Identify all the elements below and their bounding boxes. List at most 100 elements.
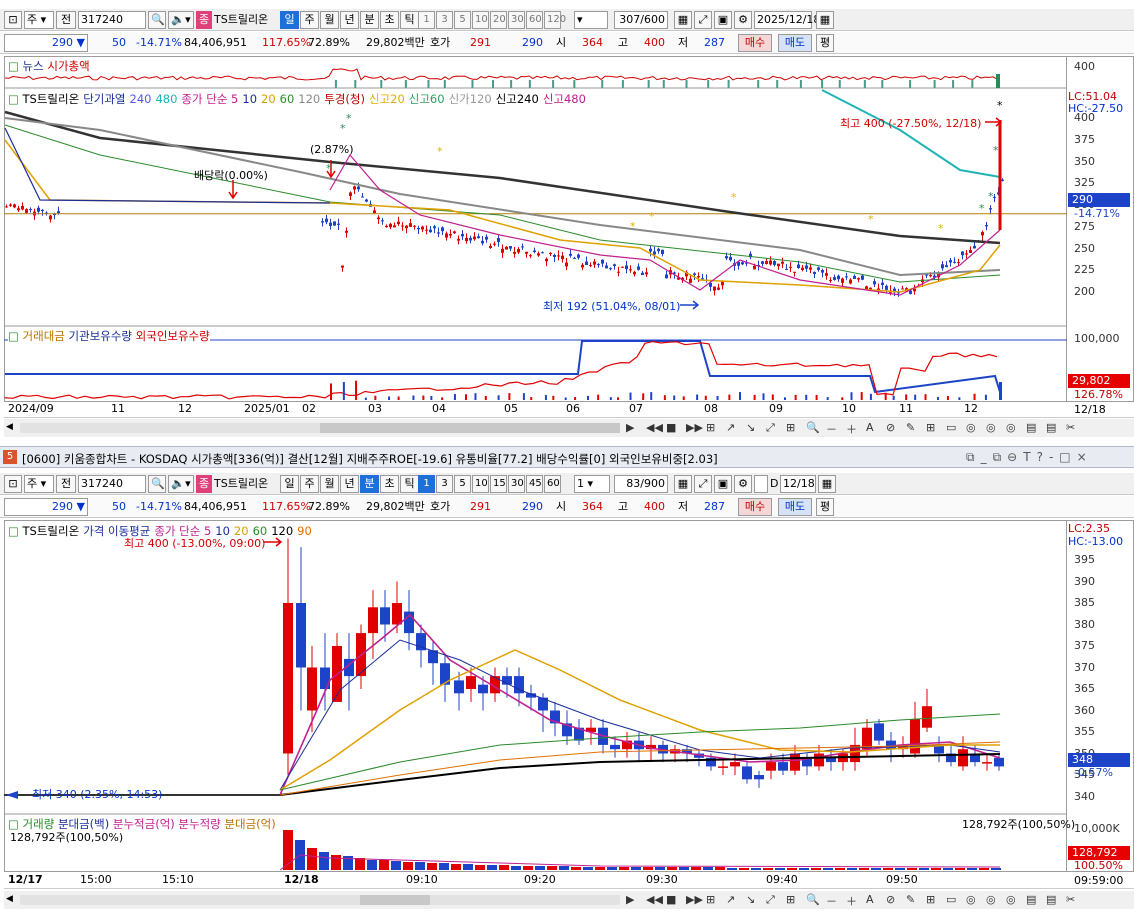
tool-icon[interactable]: － bbox=[826, 421, 837, 437]
lock-icon[interactable]: ⊖ bbox=[1007, 450, 1023, 464]
minute-save-icon[interactable]: ▣ bbox=[714, 475, 732, 493]
minute-period-6[interactable]: 틱 bbox=[400, 475, 419, 493]
minute-num-1[interactable]: 3 bbox=[436, 475, 453, 493]
minute-num-5[interactable]: 30 bbox=[508, 475, 525, 493]
minute-scroll-thumb[interactable] bbox=[360, 895, 430, 905]
minute-period-5[interactable]: 초 bbox=[380, 475, 399, 493]
tool-icon[interactable]: ⊞ bbox=[786, 893, 795, 906]
tool-icon[interactable]: ◀◀ bbox=[646, 421, 663, 434]
minimize-icon[interactable]: - bbox=[1049, 450, 1059, 464]
minute-period-0[interactable]: 일 bbox=[280, 475, 299, 493]
tool-icon[interactable]: ⊞ bbox=[706, 421, 715, 434]
tool-icon[interactable]: ↘ bbox=[746, 421, 755, 434]
minute-speaker-icon[interactable]: 🔈▾ bbox=[168, 475, 194, 493]
minute-search-icon[interactable]: 🔍 bbox=[148, 475, 166, 493]
minute-eval-button[interactable]: 평 bbox=[816, 498, 834, 516]
tool-icon[interactable]: ⊞ bbox=[926, 421, 935, 434]
tool-icon[interactable]: ◎ bbox=[1006, 893, 1016, 906]
minute-num-6[interactable]: 45 bbox=[526, 475, 543, 493]
minute-tool-icon[interactable]: ▦ bbox=[674, 475, 692, 493]
tool-icon[interactable]: ↗ bbox=[726, 421, 735, 434]
minute-market-select[interactable]: 주 ▾ bbox=[24, 475, 54, 493]
minute-unit-select[interactable]: 1 ▾ bbox=[574, 475, 610, 493]
minute-scroll-left-icon[interactable]: ◀ bbox=[6, 894, 13, 904]
minute-scrollbar[interactable] bbox=[20, 895, 620, 905]
tool-icon[interactable]: ✂ bbox=[1066, 893, 1075, 906]
tool-icon[interactable]: ✂ bbox=[1066, 421, 1075, 434]
minute-num-2[interactable]: 5 bbox=[454, 475, 471, 493]
tool-icon[interactable]: ⊘ bbox=[886, 421, 895, 434]
minute-buy-button[interactable]: 매수 bbox=[738, 498, 772, 516]
tool-icon[interactable]: ▶ bbox=[626, 421, 634, 434]
tool-icon[interactable]: A bbox=[866, 421, 874, 434]
minute-volume-bar bbox=[595, 867, 605, 870]
tool-icon[interactable]: ▤ bbox=[1046, 893, 1056, 906]
news-bar bbox=[601, 80, 604, 88]
tool-icon[interactable]: ⊞ bbox=[786, 421, 795, 434]
minute-code-input[interactable]: 317240 bbox=[78, 475, 146, 493]
minute-num-7[interactable]: 60 bbox=[544, 475, 561, 493]
tool-icon[interactable]: ◀◀ bbox=[646, 893, 663, 906]
help-icon[interactable]: ? bbox=[1037, 450, 1049, 464]
tool-icon[interactable]: ■ bbox=[666, 893, 676, 906]
text-icon[interactable]: T bbox=[1023, 450, 1036, 464]
daily-scroll-thumb[interactable] bbox=[320, 423, 620, 433]
tool-icon[interactable]: 🔍 bbox=[806, 421, 820, 434]
minute-calendar-icon[interactable]: ▦ bbox=[818, 475, 836, 493]
tool-icon[interactable]: ⤢ bbox=[766, 893, 775, 907]
minute-num-3[interactable]: 10 bbox=[472, 475, 489, 493]
minute-period-2[interactable]: 월 bbox=[320, 475, 339, 493]
tool-icon[interactable]: ＋ bbox=[846, 893, 857, 909]
minute-prev-button[interactable]: 전 bbox=[56, 475, 76, 493]
tool-icon[interactable]: ▶ bbox=[626, 893, 634, 906]
tool-icon[interactable]: ▤ bbox=[1026, 893, 1036, 906]
tool-icon[interactable]: ▶▶ bbox=[686, 421, 703, 434]
tool-icon[interactable]: － bbox=[826, 893, 837, 909]
minute-num-4[interactable]: 15 bbox=[490, 475, 507, 493]
minute-window-icon[interactable]: ⊡ bbox=[4, 475, 22, 493]
tool-icon[interactable]: ▭ bbox=[946, 421, 956, 434]
minute-period-3[interactable]: 년 bbox=[340, 475, 359, 493]
window-controls[interactable]: ⧉_⧉⊖T?-□× bbox=[966, 450, 1093, 465]
tool-icon[interactable]: ↘ bbox=[746, 893, 755, 906]
tool-icon[interactable]: ▤ bbox=[1026, 421, 1036, 434]
minute-sell-button[interactable]: 매도 bbox=[778, 498, 812, 516]
tool-icon[interactable]: ◎ bbox=[966, 893, 976, 906]
tool-icon[interactable]: ◎ bbox=[986, 893, 996, 906]
tool-icon[interactable]: ▭ bbox=[946, 893, 956, 906]
minimize-small-icon[interactable]: _ bbox=[981, 450, 993, 464]
daily-candle bbox=[49, 215, 52, 220]
minute-period-1[interactable]: 주 bbox=[300, 475, 319, 493]
close-icon[interactable]: × bbox=[1077, 450, 1093, 464]
minute-period-4[interactable]: 분 bbox=[360, 475, 379, 493]
tool-icon[interactable]: ＋ bbox=[846, 421, 857, 437]
tool-icon[interactable]: ⊘ bbox=[886, 893, 895, 906]
tool-icon[interactable]: ◎ bbox=[1006, 421, 1016, 434]
minute-favorite-icon[interactable]: 종 bbox=[196, 475, 212, 493]
minute-trend-icon[interactable]: ⤢ bbox=[694, 475, 712, 493]
tool-icon[interactable]: ⊞ bbox=[706, 893, 715, 906]
date-checkbox[interactable] bbox=[754, 475, 768, 493]
tool-icon[interactable]: ◎ bbox=[966, 421, 976, 434]
tool-icon[interactable]: ◎ bbox=[986, 421, 996, 434]
daily-scrollbar[interactable] bbox=[20, 423, 620, 433]
copy-icon[interactable]: ⧉ bbox=[993, 450, 1008, 464]
minute-date-input[interactable]: 12/18 bbox=[780, 475, 816, 493]
tool-icon[interactable]: ⤢ bbox=[766, 421, 775, 435]
tool-icon[interactable]: ✎ bbox=[906, 421, 915, 434]
trade-value-bar bbox=[364, 397, 367, 400]
tool-icon[interactable]: ▤ bbox=[1046, 421, 1056, 434]
tool-icon[interactable]: ⊞ bbox=[926, 893, 935, 906]
minute-num-0[interactable]: 1 bbox=[418, 475, 435, 493]
scroll-left-icon[interactable]: ◀ bbox=[6, 422, 18, 434]
tool-icon[interactable]: A bbox=[866, 893, 874, 906]
tool-icon[interactable]: ■ bbox=[666, 421, 676, 434]
tool-icon[interactable]: ↗ bbox=[726, 893, 735, 906]
minute-count-input[interactable]: 83/900 bbox=[614, 475, 668, 493]
restore-icon[interactable]: ⧉ bbox=[966, 450, 981, 464]
tool-icon[interactable]: ▶▶ bbox=[686, 893, 703, 906]
tool-icon[interactable]: 🔍 bbox=[806, 893, 820, 906]
maximize-icon[interactable]: □ bbox=[1059, 450, 1076, 464]
minute-gear-icon[interactable]: ⚙ bbox=[734, 475, 752, 493]
tool-icon[interactable]: ✎ bbox=[906, 893, 915, 906]
